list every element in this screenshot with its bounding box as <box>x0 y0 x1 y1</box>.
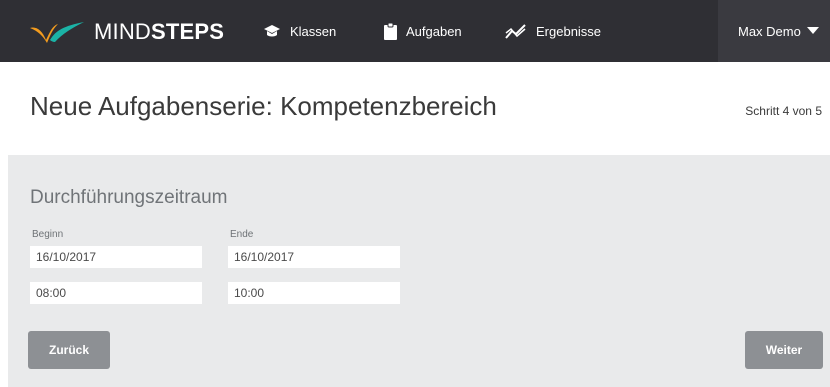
end-time-input[interactable]: 10:00 <box>228 282 400 304</box>
nav-ergebnisse-label: Ergebnisse <box>536 23 602 39</box>
nav-aufgaben-label: Aufgaben <box>406 23 462 39</box>
end-date-input[interactable]: 16/10/2017 <box>228 246 400 268</box>
nav-klassen[interactable]: Klassen <box>263 0 336 62</box>
end-label: Ende <box>230 229 254 240</box>
step-indicator: Schritt 4 von 5 <box>745 104 822 118</box>
trend-chart-icon <box>505 24 526 39</box>
begin-date-input[interactable]: 16/10/2017 <box>30 246 202 268</box>
schedule-panel: Durchführungszeitraum Beginn 16/10/2017 … <box>8 155 830 387</box>
next-button[interactable]: Weiter <box>745 331 823 369</box>
nav-ergebnisse[interactable]: Ergebnisse <box>505 0 601 62</box>
nav-klassen-label: Klassen <box>290 23 337 39</box>
page-title: Neue Aufgabenserie: Kompetenzbereich <box>30 91 497 121</box>
begin-label: Beginn <box>32 229 64 240</box>
brand-name: MINDSTEPS <box>94 19 225 44</box>
caret-down-icon <box>806 27 819 34</box>
brand-logo[interactable]: MINDSTEPS <box>28 18 224 46</box>
user-menu[interactable]: Max Demo <box>718 0 830 62</box>
top-navbar: MINDSTEPS Klassen Aufgaben Ergebnisse Ma… <box>0 0 830 62</box>
back-button[interactable]: Zurück <box>28 331 110 369</box>
graduation-cap-icon <box>264 25 280 37</box>
nav-aufgaben[interactable]: Aufgaben <box>384 0 462 62</box>
user-name: Max Demo <box>738 23 801 39</box>
clipboard-icon <box>384 22 397 40</box>
begin-time-input[interactable]: 08:00 <box>30 282 202 304</box>
mindsteps-logo-icon <box>30 22 84 43</box>
section-title: Durchführungszeitraum <box>30 187 228 208</box>
